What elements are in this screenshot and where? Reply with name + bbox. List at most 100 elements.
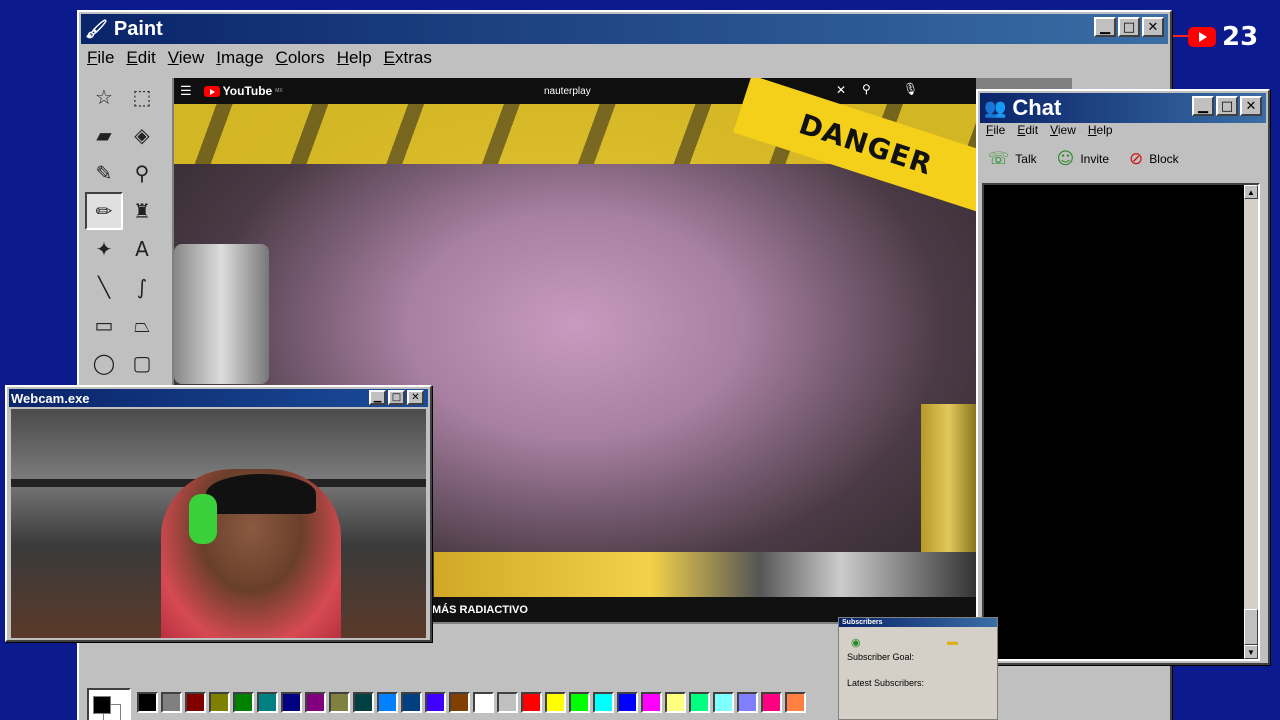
paint-toolbox: ☆ ⬚ ▰ ◈ ✎ ⚲ ✏ ♜ ✦ A ╲ ∫ ▭ ⏢ ◯ ▢ xyxy=(85,78,165,390)
scroll-thumb[interactable] xyxy=(1244,609,1258,645)
chat-scrollbar[interactable]: ▲ ▼ xyxy=(1244,185,1258,659)
subscriber-goal-label: Subscriber Goal: xyxy=(847,652,915,662)
color-swatch[interactable] xyxy=(761,692,782,713)
magnifier-tool[interactable]: ⚲ xyxy=(123,154,161,192)
current-colors[interactable] xyxy=(87,688,131,720)
close-button[interactable]: ✕ xyxy=(1240,96,1262,116)
curve-tool[interactable]: ∫ xyxy=(123,268,161,306)
fill-tool[interactable]: ◈ xyxy=(123,116,161,154)
chat-menu-edit[interactable]: Edit xyxy=(1017,123,1038,137)
webcam-titlebar[interactable]: Webcam.exe ▁ □ ✕ xyxy=(9,389,428,407)
menu-edit[interactable]: Edit xyxy=(122,48,159,68)
folder-icon: ▬ xyxy=(947,636,958,648)
close-button[interactable]: ✕ xyxy=(407,390,424,405)
talk-button[interactable]: ☏ Talk xyxy=(988,149,1037,169)
chat-menu-view[interactable]: View xyxy=(1050,123,1076,137)
color-swatch[interactable] xyxy=(641,692,662,713)
eraser-tool[interactable]: ▰ xyxy=(85,116,123,154)
color-swatch[interactable] xyxy=(377,692,398,713)
menu-image[interactable]: Image xyxy=(212,48,267,68)
minimize-button[interactable]: ▁ xyxy=(369,390,386,405)
webcam-window: Webcam.exe ▁ □ ✕ xyxy=(5,385,432,642)
color-swatch[interactable] xyxy=(449,692,470,713)
minimize-button[interactable]: ▁ xyxy=(1094,17,1116,37)
foreground-color xyxy=(93,696,111,714)
menu-file[interactable]: File xyxy=(83,48,118,68)
color-swatch[interactable] xyxy=(569,692,590,713)
maximize-button[interactable]: □ xyxy=(1216,96,1238,116)
color-swatch[interactable] xyxy=(593,692,614,713)
color-swatch[interactable] xyxy=(401,692,422,713)
invite-button[interactable]: ☺ Invite xyxy=(1057,149,1109,169)
color-swatch[interactable] xyxy=(329,692,350,713)
scroll-up-icon[interactable]: ▲ xyxy=(1244,185,1258,199)
polygon-tool[interactable]: ⏢ xyxy=(123,306,161,344)
maximize-button[interactable]: □ xyxy=(388,390,405,405)
rounded-rect-tool[interactable]: ▢ xyxy=(123,344,161,382)
subscribers-titlebar: Subscribers xyxy=(839,618,997,627)
paint-app-icon: 🖌 xyxy=(85,18,108,39)
menu-extras[interactable]: Extras xyxy=(380,48,436,68)
chat-window: 👥 Chat ▁ □ ✕ File Edit View Help ☏ Talk … xyxy=(976,89,1270,665)
color-swatches xyxy=(137,688,806,713)
chat-title: Chat xyxy=(1012,95,1062,120)
chat-messages[interactable]: ▲ ▼ xyxy=(982,183,1260,661)
rectangle-tool[interactable]: ▭ xyxy=(85,306,123,344)
line-tool[interactable]: ╲ xyxy=(85,268,123,306)
pencil-tool[interactable]: ✏ xyxy=(85,192,123,230)
color-swatch[interactable] xyxy=(257,692,278,713)
invite-label: Invite xyxy=(1080,152,1110,166)
color-swatch[interactable] xyxy=(713,692,734,713)
color-swatch[interactable] xyxy=(305,692,326,713)
color-swatch[interactable] xyxy=(137,692,158,713)
chat-titlebar[interactable]: 👥 Chat ▁ □ ✕ xyxy=(980,93,1266,123)
menu-help[interactable]: Help xyxy=(333,48,376,68)
text-tool[interactable]: A xyxy=(123,230,161,268)
talk-label: Talk xyxy=(1015,152,1037,166)
chat-menu-help[interactable]: Help xyxy=(1088,123,1113,137)
color-swatch[interactable] xyxy=(425,692,446,713)
color-swatch[interactable] xyxy=(497,692,518,713)
color-palette xyxy=(87,688,806,720)
close-button[interactable]: ✕ xyxy=(1142,17,1164,37)
color-swatch[interactable] xyxy=(785,692,806,713)
youtube-logo[interactable]: YouTube MX xyxy=(203,84,283,98)
maximize-button[interactable]: □ xyxy=(1118,17,1140,37)
color-swatch[interactable] xyxy=(617,692,638,713)
rect-select-tool[interactable]: ⬚ xyxy=(123,78,161,116)
microphone-icon[interactable]: 🎙 xyxy=(903,82,918,96)
color-swatch[interactable] xyxy=(737,692,758,713)
paint-titlebar[interactable]: 🖌 Paint ▁ □ ✕ xyxy=(81,14,1168,44)
color-swatch[interactable] xyxy=(233,692,254,713)
color-swatch[interactable] xyxy=(185,692,206,713)
scroll-down-icon[interactable]: ▼ xyxy=(1244,645,1258,659)
color-swatch[interactable] xyxy=(209,692,230,713)
menu-view[interactable]: View xyxy=(164,48,209,68)
free-select-tool[interactable]: ☆ xyxy=(85,78,123,116)
color-swatch[interactable] xyxy=(161,692,182,713)
block-button[interactable]: ⊘ Block xyxy=(1129,149,1179,169)
color-swatch[interactable] xyxy=(545,692,566,713)
color-swatch[interactable] xyxy=(281,692,302,713)
brush-tool[interactable]: ♜ xyxy=(123,192,161,230)
webcam-title: Webcam.exe xyxy=(11,390,90,406)
color-swatch[interactable] xyxy=(665,692,686,713)
talk-icon: ☏ xyxy=(988,149,1010,169)
ellipse-tool[interactable]: ◯ xyxy=(85,344,123,382)
minimize-button[interactable]: ▁ xyxy=(1192,96,1214,116)
youtube-play-icon xyxy=(203,85,220,97)
color-swatch[interactable] xyxy=(473,692,494,713)
color-picker-tool[interactable]: ✎ xyxy=(85,154,123,192)
clear-search-icon[interactable]: ✕ xyxy=(836,83,846,97)
color-swatch[interactable] xyxy=(689,692,710,713)
menu-colors[interactable]: Colors xyxy=(272,48,329,68)
chat-menu-file[interactable]: File xyxy=(986,123,1005,137)
hamburger-icon[interactable]: ☰ xyxy=(180,83,192,99)
search-icon[interactable]: ⚲ xyxy=(862,82,871,96)
color-swatch[interactable] xyxy=(521,692,542,713)
streamer-cap xyxy=(206,474,316,514)
webcam-feed xyxy=(11,409,426,638)
youtube-header: ☰ YouTube MX nauterplay ✕ ⚲ 🎙 xyxy=(174,78,976,104)
airbrush-tool[interactable]: ✦ xyxy=(85,230,123,268)
color-swatch[interactable] xyxy=(353,692,374,713)
